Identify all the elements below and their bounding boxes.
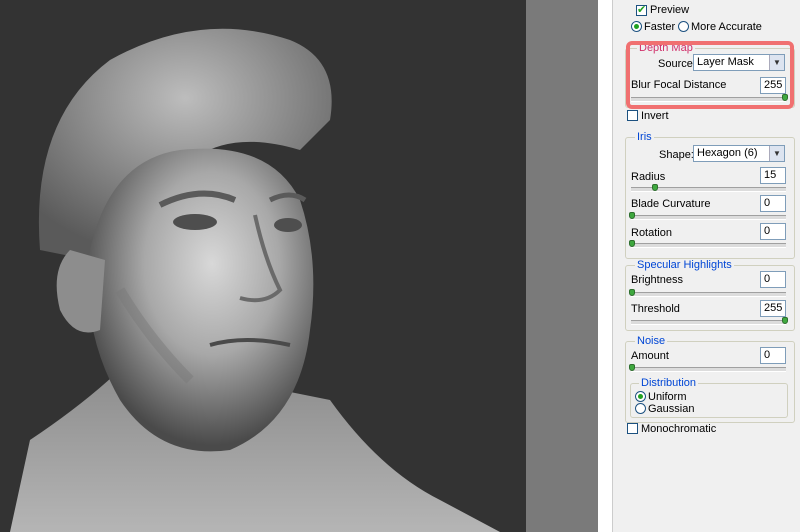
chevron-down-icon[interactable]: ▼: [769, 146, 784, 161]
blade-curvature-input[interactable]: 0: [760, 195, 786, 212]
preview-checkbox[interactable]: [636, 3, 647, 16]
iris-title: Iris: [635, 131, 654, 143]
rotation-slider[interactable]: [631, 243, 786, 248]
canvas-gutter: [526, 0, 598, 532]
image-preview-canvas[interactable]: [0, 0, 526, 532]
shape-label: Shape:: [659, 149, 694, 161]
rotation-thumb[interactable]: [629, 240, 635, 247]
annotation-highlight-box: [626, 41, 794, 109]
brightness-thumb[interactable]: [629, 289, 635, 296]
threshold-thumb[interactable]: [782, 317, 788, 324]
brightness-slider[interactable]: [631, 292, 786, 297]
distribution-title: Distribution: [639, 377, 699, 389]
shape-value: Hexagon (6): [697, 147, 758, 159]
preview-label: Preview: [650, 4, 690, 16]
gaussian-label: Gaussian: [648, 403, 695, 415]
brightness-input[interactable]: 0: [760, 271, 786, 288]
specular-highlights-title: Specular Highlights: [635, 259, 734, 271]
monochromatic-label: Monochromatic: [641, 423, 717, 435]
faster-radio[interactable]: [631, 21, 642, 32]
amount-input[interactable]: 0: [760, 347, 786, 364]
panel-divider: [598, 0, 612, 532]
amount-slider[interactable]: [631, 367, 786, 372]
faster-label: Faster: [644, 21, 676, 33]
gaussian-radio[interactable]: [635, 403, 646, 414]
rotation-input[interactable]: 0: [760, 223, 786, 240]
threshold-slider[interactable]: [631, 320, 786, 325]
amount-label: Amount: [631, 350, 669, 362]
blade-curvature-thumb[interactable]: [629, 212, 635, 219]
more-accurate-label: More Accurate: [691, 21, 762, 33]
blade-curvature-label: Blade Curvature: [631, 198, 711, 210]
rotation-label: Rotation: [631, 227, 672, 239]
radius-label: Radius: [631, 171, 666, 183]
noise-title: Noise: [635, 335, 668, 347]
threshold-input[interactable]: 255: [760, 300, 786, 317]
sculpted-head-image: [10, 28, 500, 532]
monochromatic-checkbox[interactable]: [627, 423, 638, 434]
brightness-label: Brightness: [631, 274, 683, 286]
invert-label: Invert: [641, 110, 669, 122]
radius-input[interactable]: 15: [760, 167, 786, 184]
shape-select[interactable]: Hexagon (6) ▼: [693, 145, 785, 162]
blade-curvature-slider[interactable]: [631, 215, 786, 220]
uniform-radio[interactable]: [635, 391, 646, 402]
invert-checkbox[interactable]: [627, 110, 638, 121]
threshold-label: Threshold: [631, 303, 680, 315]
more-accurate-radio[interactable]: [678, 21, 689, 32]
radius-thumb[interactable]: [652, 184, 658, 191]
amount-thumb[interactable]: [629, 364, 635, 371]
